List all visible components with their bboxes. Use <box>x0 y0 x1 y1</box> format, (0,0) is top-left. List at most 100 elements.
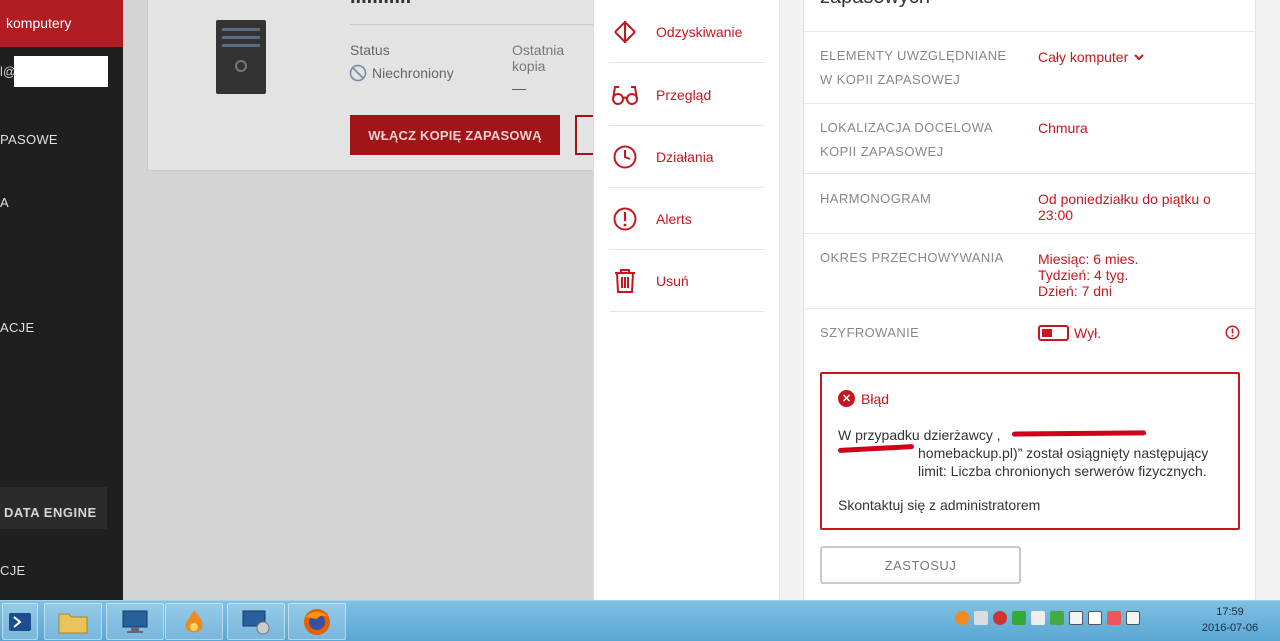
menu-item-alerts[interactable]: Alerts <box>609 188 764 250</box>
account-selector[interactable]: l@ <box>0 56 123 87</box>
menu-item-label: Alerts <box>656 210 692 227</box>
info-icon[interactable] <box>1225 325 1240 340</box>
redacted-email <box>14 56 108 87</box>
app-button[interactable] <box>165 603 223 640</box>
row-schedule: HARMONOGRAM Od poniedziałku do piątku o … <box>804 173 1257 233</box>
data-engine-label: DATA ENGINE <box>4 505 97 520</box>
sidebar-item-label: ACJE <box>0 320 35 335</box>
device-tray-icon[interactable] <box>1069 611 1083 625</box>
sidebar-item-label: komputery <box>6 15 72 31</box>
firefox-button[interactable] <box>288 603 346 640</box>
row-label: LOKALIZACJA DOCELOWA KOPII ZAPASOWEJ <box>820 120 993 159</box>
elements-value: Cały komputer <box>1038 49 1129 65</box>
encryption-value: Wył. <box>1074 325 1102 341</box>
flame-icon <box>185 609 203 632</box>
location-value[interactable]: Chmura <box>1038 120 1088 136</box>
panel-edge <box>1256 0 1280 600</box>
panel-title: zapasowych <box>820 0 930 9</box>
firefox-icon <box>304 608 330 635</box>
apply-button[interactable]: ZASTOSUJ <box>820 546 1021 584</box>
menu-item-delete[interactable]: Usuń <box>609 250 764 312</box>
powershell-button[interactable] <box>2 603 38 640</box>
sidebar: komputery l@ PASOWE A ACJE DATA ENGINE C… <box>0 0 123 600</box>
row-elements: ELEMENTY UWZGLĘDNIANE W KOPII ZAPASOWEJ … <box>804 31 1257 103</box>
sidebar-item-a[interactable]: A <box>0 195 9 210</box>
sidebar-item-acje[interactable]: ACJE <box>0 320 34 335</box>
clock-time: 17:59 <box>1216 606 1244 618</box>
system-tray <box>955 611 1140 625</box>
data-engine-section[interactable]: DATA ENGINE <box>0 487 107 529</box>
menu-item-label: Działania <box>656 148 714 165</box>
error-header: ✕ Błąd <box>838 390 889 407</box>
sidebar-item-computers[interactable]: komputery <box>0 0 123 47</box>
menu-item-overview[interactable]: Przegląd <box>609 64 764 126</box>
folder-icon <box>58 613 88 633</box>
last-backup-value: — <box>512 80 526 96</box>
schedule-value[interactable]: Od poniedziałku do piątku o 23:00 <box>1038 191 1238 223</box>
retention-week: Tydzień: 4 tyg. <box>1038 267 1129 283</box>
retention-value[interactable]: Miesiąc: 6 mies. Tydzień: 4 tyg. Dzień: … <box>1038 251 1138 299</box>
retention-month: Miesiąc: 6 mies. <box>1038 251 1139 267</box>
recovery-icon <box>609 16 641 48</box>
clock[interactable]: 17:59 2016-07-06 <box>1195 604 1265 636</box>
actions-menu: Odzyskiwanie Przegląd Działania Alerts U… <box>593 0 780 600</box>
clock-date: 2016-07-06 <box>1201 622 1259 634</box>
clock-icon <box>609 141 641 173</box>
card-divider <box>350 24 595 25</box>
enable-backup-button[interactable]: WŁĄCZ KOPIĘ ZAPASOWĄ <box>350 115 560 155</box>
sidebar-item-label: PASOWE <box>0 132 58 147</box>
status-label: Status <box>350 42 390 58</box>
machine-name: ........... <box>350 0 411 9</box>
remote-desktop-icon <box>242 610 270 634</box>
server-manager-button[interactable] <box>106 603 164 640</box>
remote-desktop-button[interactable] <box>227 603 285 640</box>
plug-tray-icon[interactable] <box>1012 611 1026 625</box>
unprotected-icon <box>349 64 367 82</box>
row-label: OKRES PRZECHOWYWANIA <box>820 250 1004 265</box>
sidebar-item-backups[interactable]: PASOWE <box>0 132 58 147</box>
sidebar-item-cje[interactable]: CJE <box>0 563 25 578</box>
menu-item-label: Odzyskiwanie <box>656 23 743 40</box>
explorer-button[interactable] <box>44 603 102 640</box>
monitor-tray-icon[interactable] <box>974 611 988 625</box>
encryption-toggle[interactable]: Wył. <box>1038 325 1101 341</box>
alert-icon <box>609 203 641 235</box>
shield-tray-icon[interactable] <box>993 611 1007 625</box>
menu-item-activities[interactable]: Działania <box>609 126 764 188</box>
error-message: ✕ Błąd W przypadku dzierżawcy , homeback… <box>820 372 1240 530</box>
row-label: ELEMENTY UWZGLĘDNIANE W KOPII ZAPASOWEJ <box>820 48 1007 87</box>
panel-gap <box>780 0 803 600</box>
powershell-icon <box>9 612 31 631</box>
row-label: SZYFROWANIE <box>820 325 920 340</box>
row-label: HARMONOGRAM <box>820 191 932 206</box>
error-contact: Skontaktuj się z administratorem <box>838 497 1041 513</box>
status-value: Niechroniony <box>349 64 454 82</box>
taskbar: 17:59 2016-07-06 <box>0 600 1280 641</box>
menu-item-recovery[interactable]: Odzyskiwanie <box>609 1 764 63</box>
glasses-icon <box>609 79 641 111</box>
flag-tray-icon[interactable] <box>1088 611 1102 625</box>
server-icon <box>216 20 266 94</box>
error-icon: ✕ <box>838 390 855 407</box>
retention-day: Dzień: 7 dni <box>1038 283 1112 299</box>
row-retention: OKRES PRZECHOWYWANIA Miesiąc: 6 mies. Ty… <box>804 233 1257 308</box>
error-title: Błąd <box>861 390 890 407</box>
flame-tray-icon[interactable] <box>955 611 969 625</box>
sidebar-item-label: A <box>0 195 9 210</box>
row-location: LOKALIZACJA DOCELOWA KOPII ZAPASOWEJ Chm… <box>804 103 1257 173</box>
keyboard-tray-icon[interactable] <box>1126 611 1140 625</box>
volume-tray-icon[interactable] <box>1107 611 1121 625</box>
menu-item-label: Usuń <box>656 272 689 289</box>
status-text: Niechroniony <box>372 65 454 81</box>
battery-tray-icon[interactable] <box>1050 611 1064 625</box>
server-manager-icon <box>122 610 148 633</box>
trash-icon <box>609 265 641 297</box>
network-tray-icon[interactable] <box>1031 611 1045 625</box>
menu-item-label: Przegląd <box>656 86 712 103</box>
sidebar-item-label: CJE <box>0 563 26 578</box>
toggle-off-icon <box>1038 325 1069 341</box>
elements-dropdown[interactable]: Cały komputer <box>1038 49 1144 65</box>
chevron-down-icon <box>1134 53 1144 60</box>
row-encryption: SZYFROWANIE Wył. <box>804 308 1257 358</box>
last-backup-label: Ostatnia kopia zapasowa <box>512 42 575 76</box>
